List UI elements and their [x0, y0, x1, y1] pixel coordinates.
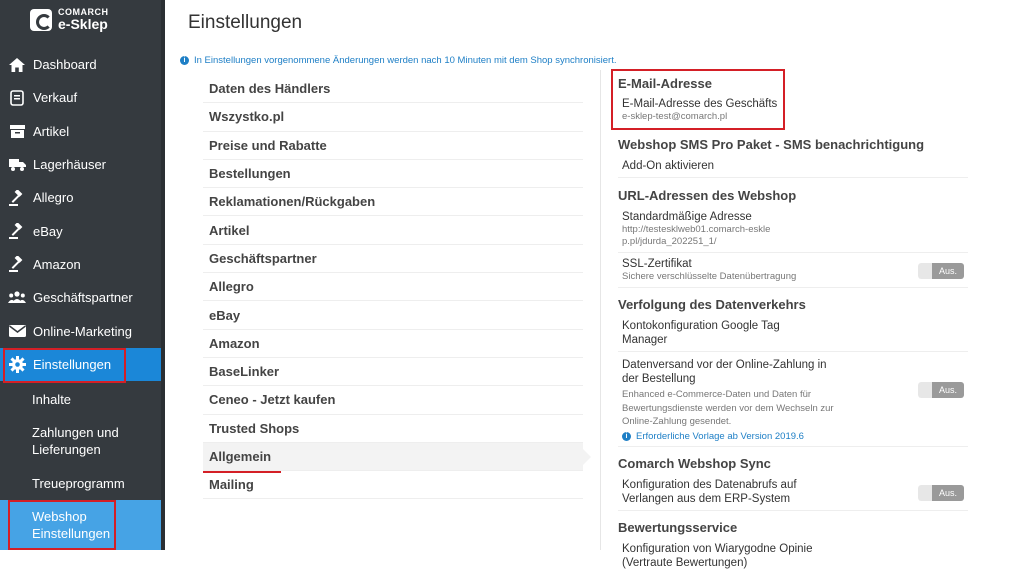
archive-box-icon: [8, 122, 26, 140]
category-amazon[interactable]: Amazon: [203, 330, 583, 358]
setting-sms-addon[interactable]: Add-On aktivieren: [618, 152, 968, 178]
sidebar: COMARCH e-Sklep Dashboard Verkauf Artike…: [0, 0, 165, 550]
sidebar-item-lagerhauser[interactable]: Lagerhäuser: [0, 148, 165, 181]
section-title-tracking: Verfolgung des Datenverkehrs: [618, 297, 806, 312]
setting-ssl: SSL-Zertifikat Sichere verschlüsselte Da…: [618, 253, 968, 288]
page-title: Einstellungen: [188, 12, 303, 33]
category-wszystko[interactable]: Wszystko.pl: [203, 103, 583, 132]
panel-divider: [600, 70, 601, 550]
sidebar-item-online-marketing[interactable]: Online-Marketing: [0, 314, 165, 347]
erp-sync-label: Konfiguration des Datenabrufs auf Verlan…: [622, 478, 797, 505]
gear-icon: [8, 355, 26, 373]
sync-info-message: i In Einstellungen vorgenommene Änderung…: [180, 55, 616, 66]
erp-sync-toggle[interactable]: Aus.: [918, 484, 964, 501]
section-title-sms: Webshop SMS Pro Paket - SMS benachrichti…: [618, 137, 925, 152]
users-icon: [8, 289, 26, 307]
section-title-sync: Comarch Webshop Sync: [618, 455, 771, 471]
setting-reviews[interactable]: Konfiguration von Wiarygodne Opinie (Ver…: [618, 535, 968, 574]
logo-line2: e-Sklep: [58, 16, 108, 33]
category-bestellungen[interactable]: Bestellungen: [203, 160, 583, 189]
subnav-item-treueprogramm[interactable]: Treueprogramm: [0, 466, 165, 500]
main-nav: Dashboard Verkauf Artikel Lagerhäuser Al…: [0, 48, 165, 381]
category-artikel[interactable]: Artikel: [203, 216, 583, 245]
subnav-item-zahlungen[interactable]: Zahlungen und Lieferungen: [0, 416, 127, 466]
truck-icon: [8, 156, 26, 174]
setting-data-before-payment: Datenversand vor der Online-Zahlung in d…: [618, 352, 968, 447]
sms-addon-label: Add-On aktivieren: [622, 160, 715, 172]
subnav-item-webshop-einstellungen[interactable]: Webshop Einstellungen: [0, 500, 165, 550]
sidebar-item-verkauf[interactable]: Verkauf: [0, 81, 165, 114]
logo[interactable]: COMARCH e-Sklep: [30, 2, 109, 38]
reviews-label: Konfiguration von Wiarygodne Opinie (Ver…: [622, 542, 813, 569]
category-mailing[interactable]: Mailing: [203, 471, 583, 500]
category-baselinker[interactable]: BaseLinker: [203, 358, 583, 387]
setting-standard-address[interactable]: Standardmäßige Adresse http://testesklwe…: [618, 203, 968, 253]
section-title-email: E-Mail-Adresse: [618, 76, 712, 91]
info-icon: i: [180, 56, 189, 65]
section-title-urls: URL-Adressen des Webshop: [618, 188, 797, 203]
setting-erp-sync: Konfiguration des Datenabrufs auf Verlan…: [618, 471, 968, 511]
sidebar-item-artikel[interactable]: Artikel: [0, 115, 165, 148]
sidebar-item-ebay[interactable]: eBay: [0, 214, 165, 247]
document-icon: [8, 89, 26, 107]
ssl-desc: Sichere verschlüsselte Datenübertragung: [622, 271, 797, 282]
sidebar-item-geschaftspartner[interactable]: Geschäftspartner: [0, 281, 165, 314]
gavel-icon: [8, 189, 26, 207]
section-title-reviews: Bewertungsservice: [618, 519, 738, 535]
setting-email[interactable]: E-Mail-Adresse des Geschäfts e-sklep-tes…: [618, 91, 968, 127]
category-ebay[interactable]: eBay: [203, 301, 583, 330]
required-template-note: i Erforderliche Vorlage ab Version 2019.…: [622, 431, 968, 442]
info-icon: i: [622, 431, 631, 441]
setting-gtm[interactable]: Kontokonfiguration Google Tag Manager: [618, 312, 968, 352]
category-reklamationen[interactable]: Reklamationen/Rückgaben: [203, 188, 583, 217]
gavel-icon: [8, 255, 26, 273]
category-allegro[interactable]: Allegro: [203, 273, 583, 302]
data-before-payment-desc: Enhanced e-Commerce-Daten und Daten für …: [622, 389, 834, 427]
settings-panel: E-Mail-Adresse E-Mail-Adresse des Geschä…: [618, 70, 968, 574]
category-trusted-shops[interactable]: Trusted Shops: [203, 415, 583, 443]
category-allgemein[interactable]: Allgemein: [203, 442, 591, 472]
gavel-icon: [8, 222, 26, 240]
email-value: e-sklep-test@comarch.pl: [622, 111, 728, 122]
category-ceneo[interactable]: Ceneo - Jetzt kaufen: [203, 386, 583, 415]
settings-subnav: Inhalte Zahlungen und Lieferungen Treuep…: [0, 382, 165, 550]
data-before-payment-toggle[interactable]: Aus.: [918, 382, 964, 398]
sidebar-item-dashboard[interactable]: Dashboard: [0, 48, 165, 81]
envelope-icon: [8, 322, 26, 340]
category-preise-und-rabatte[interactable]: Preise und Rabatte: [203, 132, 583, 160]
standard-address-label: Standardmäßige Adresse: [622, 211, 752, 223]
subnav-item-inhalte[interactable]: Inhalte: [0, 382, 165, 416]
category-daten-des-handlers[interactable]: Daten des Händlers: [203, 75, 583, 104]
sidebar-item-einstellungen[interactable]: Einstellungen: [0, 347, 165, 381]
sidebar-item-allegro[interactable]: Allegro: [0, 181, 165, 214]
category-geschaftspartner[interactable]: Geschäftspartner: [203, 245, 583, 274]
settings-category-menu: Daten des Händlers Wszystko.pl Preise un…: [203, 75, 591, 500]
email-label: E-Mail-Adresse des Geschäfts: [622, 98, 778, 110]
ssl-label: SSL-Zertifikat: [622, 258, 692, 270]
ssl-toggle[interactable]: Aus.: [918, 263, 964, 279]
home-icon: [8, 56, 26, 74]
sidebar-item-amazon[interactable]: Amazon: [0, 248, 165, 281]
data-before-payment-label: Datenversand vor der Online-Zahlung in d…: [622, 359, 827, 385]
standard-address-value: http://testesklweb01.comarch-esklep.pl/j…: [622, 224, 771, 247]
sidebar-scrollbar[interactable]: [161, 0, 165, 550]
comarch-logo-icon: [30, 9, 52, 31]
gtm-label: Kontokonfiguration Google Tag Manager: [622, 320, 780, 346]
